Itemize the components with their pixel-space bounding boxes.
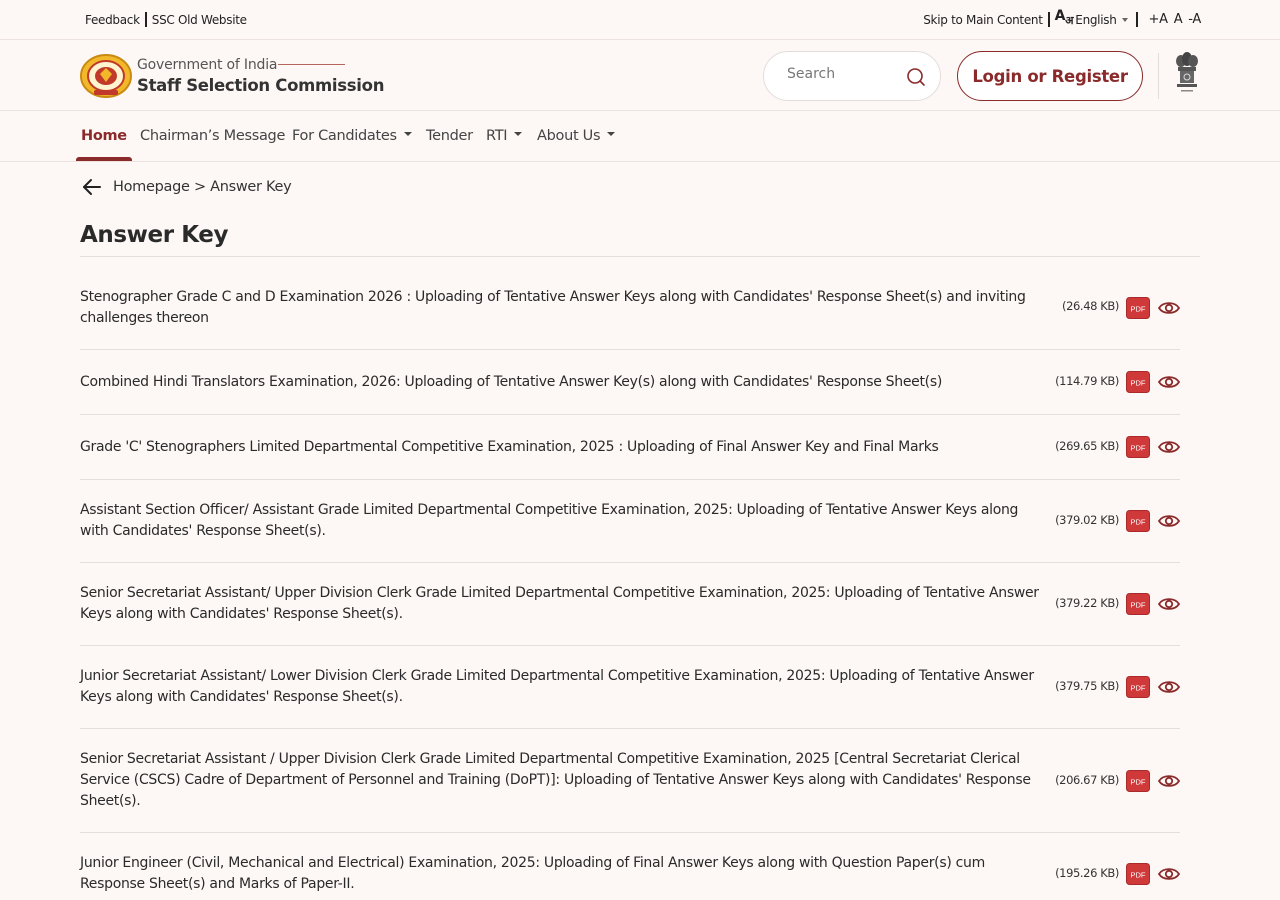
page-title: Answer Key [80, 222, 229, 248]
list-item: Grade 'C' Stenographers Limited Departme… [80, 415, 1180, 480]
font-normal-button[interactable]: A [1174, 12, 1183, 27]
active-tab-indicator [76, 157, 132, 161]
accessibility-controls: Skip to Main Content Aअ English +A A -A [923, 8, 1201, 30]
file-size: (206.67 KB) [1055, 773, 1119, 787]
nav-chairmans-message[interactable]: Chairman’s Message [140, 128, 285, 144]
breadcrumb: Homepage > Answer Key [82, 178, 292, 196]
list-item: Junior Secretariat Assistant/ Lower Divi… [80, 646, 1180, 729]
nav-label: About Us [537, 128, 601, 144]
old-website-link[interactable]: SSC Old Website [152, 13, 247, 27]
svg-text:PDF: PDF [1131, 684, 1146, 693]
eye-icon[interactable] [1158, 513, 1180, 529]
chevron-down-icon [403, 132, 412, 136]
font-decrease-button[interactable]: -A [1188, 12, 1201, 27]
pdf-icon[interactable]: PDF [1126, 371, 1150, 393]
list-item: Combined Hindi Translators Examination, … [80, 350, 1180, 415]
file-size: (379.22 KB) [1055, 596, 1119, 610]
nav-about-us[interactable]: About Us [537, 128, 616, 144]
chevron-down-icon [514, 132, 523, 136]
pdf-icon[interactable]: PDF [1126, 863, 1150, 885]
nav-label: For Candidates [292, 128, 397, 144]
divider [144, 12, 147, 27]
login-register-button[interactable]: Login or Register [957, 51, 1143, 101]
font-increase-button[interactable]: +A [1149, 12, 1168, 27]
eye-icon[interactable] [1158, 596, 1180, 612]
answer-key-title[interactable]: Senior Secretariat Assistant/ Upper Divi… [80, 583, 1040, 625]
back-arrow-icon[interactable] [82, 178, 102, 196]
divider [1135, 12, 1138, 28]
divider [1047, 12, 1050, 28]
list-item: Stenographer Grade C and D Examination 2… [80, 257, 1180, 350]
answer-key-title[interactable]: Stenographer Grade C and D Examination 2… [80, 287, 1040, 329]
org-subtitle: Government of India [137, 57, 278, 73]
list-item: Senior Secretariat Assistant/ Upper Divi… [80, 563, 1180, 646]
language-icon: Aअ [1054, 8, 1074, 27]
nav-home[interactable]: Home [81, 128, 127, 144]
site-header: Government of India Staff Selection Comm… [0, 41, 1280, 111]
nav-tender[interactable]: Tender [426, 128, 473, 144]
divider [1158, 53, 1159, 99]
nav-label: RTI [486, 128, 508, 144]
eye-icon[interactable] [1158, 300, 1180, 316]
svg-text:PDF: PDF [1131, 305, 1146, 314]
org-name[interactable]: Staff Selection Commission [137, 76, 384, 95]
answer-key-title[interactable]: Senior Secretariat Assistant / Upper Div… [80, 749, 1040, 812]
national-emblem-icon [1176, 52, 1198, 92]
skip-to-content-link[interactable]: Skip to Main Content [923, 13, 1043, 27]
main-nav: Home Chairman’s Message For Candidates T… [0, 112, 1280, 162]
file-size: (114.79 KB) [1055, 374, 1119, 388]
file-size: (379.75 KB) [1055, 679, 1119, 693]
svg-text:PDF: PDF [1131, 444, 1146, 453]
utility-links: Feedback SSC Old Website [85, 12, 247, 27]
eye-icon[interactable] [1158, 679, 1180, 695]
search-input[interactable] [787, 66, 897, 82]
file-size: (269.65 KB) [1055, 439, 1119, 453]
list-item: Junior Engineer (Civil, Mechanical and E… [80, 833, 1180, 900]
answer-key-title[interactable]: Assistant Section Officer/ Assistant Gra… [80, 500, 1040, 542]
list-item: Assistant Section Officer/ Assistant Gra… [80, 480, 1180, 563]
utility-bar: Feedback SSC Old Website Skip to Main Co… [0, 0, 1280, 40]
answer-key-title[interactable]: Combined Hindi Translators Examination, … [80, 372, 1040, 393]
search-icon[interactable] [906, 67, 926, 87]
file-size: (195.26 KB) [1055, 866, 1119, 880]
ssc-logo-icon[interactable] [80, 54, 132, 98]
eye-icon[interactable] [1158, 773, 1180, 789]
file-size: (379.02 KB) [1055, 513, 1119, 527]
svg-text:PDF: PDF [1131, 379, 1146, 388]
answer-key-title[interactable]: Grade 'C' Stenographers Limited Departme… [80, 437, 1040, 458]
pdf-icon[interactable]: PDF [1126, 436, 1150, 458]
eye-icon[interactable] [1158, 866, 1180, 882]
file-size: (26.48 KB) [1062, 299, 1119, 313]
svg-text:PDF: PDF [1131, 518, 1146, 527]
search-box [763, 51, 941, 101]
eye-icon[interactable] [1158, 439, 1180, 455]
svg-text:PDF: PDF [1131, 601, 1146, 610]
svg-text:PDF: PDF [1131, 871, 1146, 880]
chevron-down-icon [607, 132, 616, 136]
eye-icon[interactable] [1158, 374, 1180, 390]
breadcrumb-text[interactable]: Homepage > Answer Key [113, 179, 292, 195]
decorative-rule [278, 64, 345, 65]
nav-rti[interactable]: RTI [486, 128, 523, 144]
language-label: English [1075, 12, 1117, 27]
svg-text:PDF: PDF [1131, 778, 1146, 787]
pdf-icon[interactable]: PDF [1126, 676, 1150, 698]
nav-for-candidates[interactable]: For Candidates [292, 128, 412, 144]
pdf-icon[interactable]: PDF [1126, 297, 1150, 319]
pdf-icon[interactable]: PDF [1126, 593, 1150, 615]
answer-key-title[interactable]: Junior Secretariat Assistant/ Lower Divi… [80, 666, 1040, 708]
list-item: Senior Secretariat Assistant / Upper Div… [80, 729, 1180, 833]
language-select[interactable]: English [1075, 12, 1128, 27]
chevron-down-icon [1121, 18, 1128, 23]
answer-key-title[interactable]: Junior Engineer (Civil, Mechanical and E… [80, 853, 1040, 895]
pdf-icon[interactable]: PDF [1126, 510, 1150, 532]
feedback-link[interactable]: Feedback [85, 13, 140, 27]
pdf-icon[interactable]: PDF [1126, 770, 1150, 792]
